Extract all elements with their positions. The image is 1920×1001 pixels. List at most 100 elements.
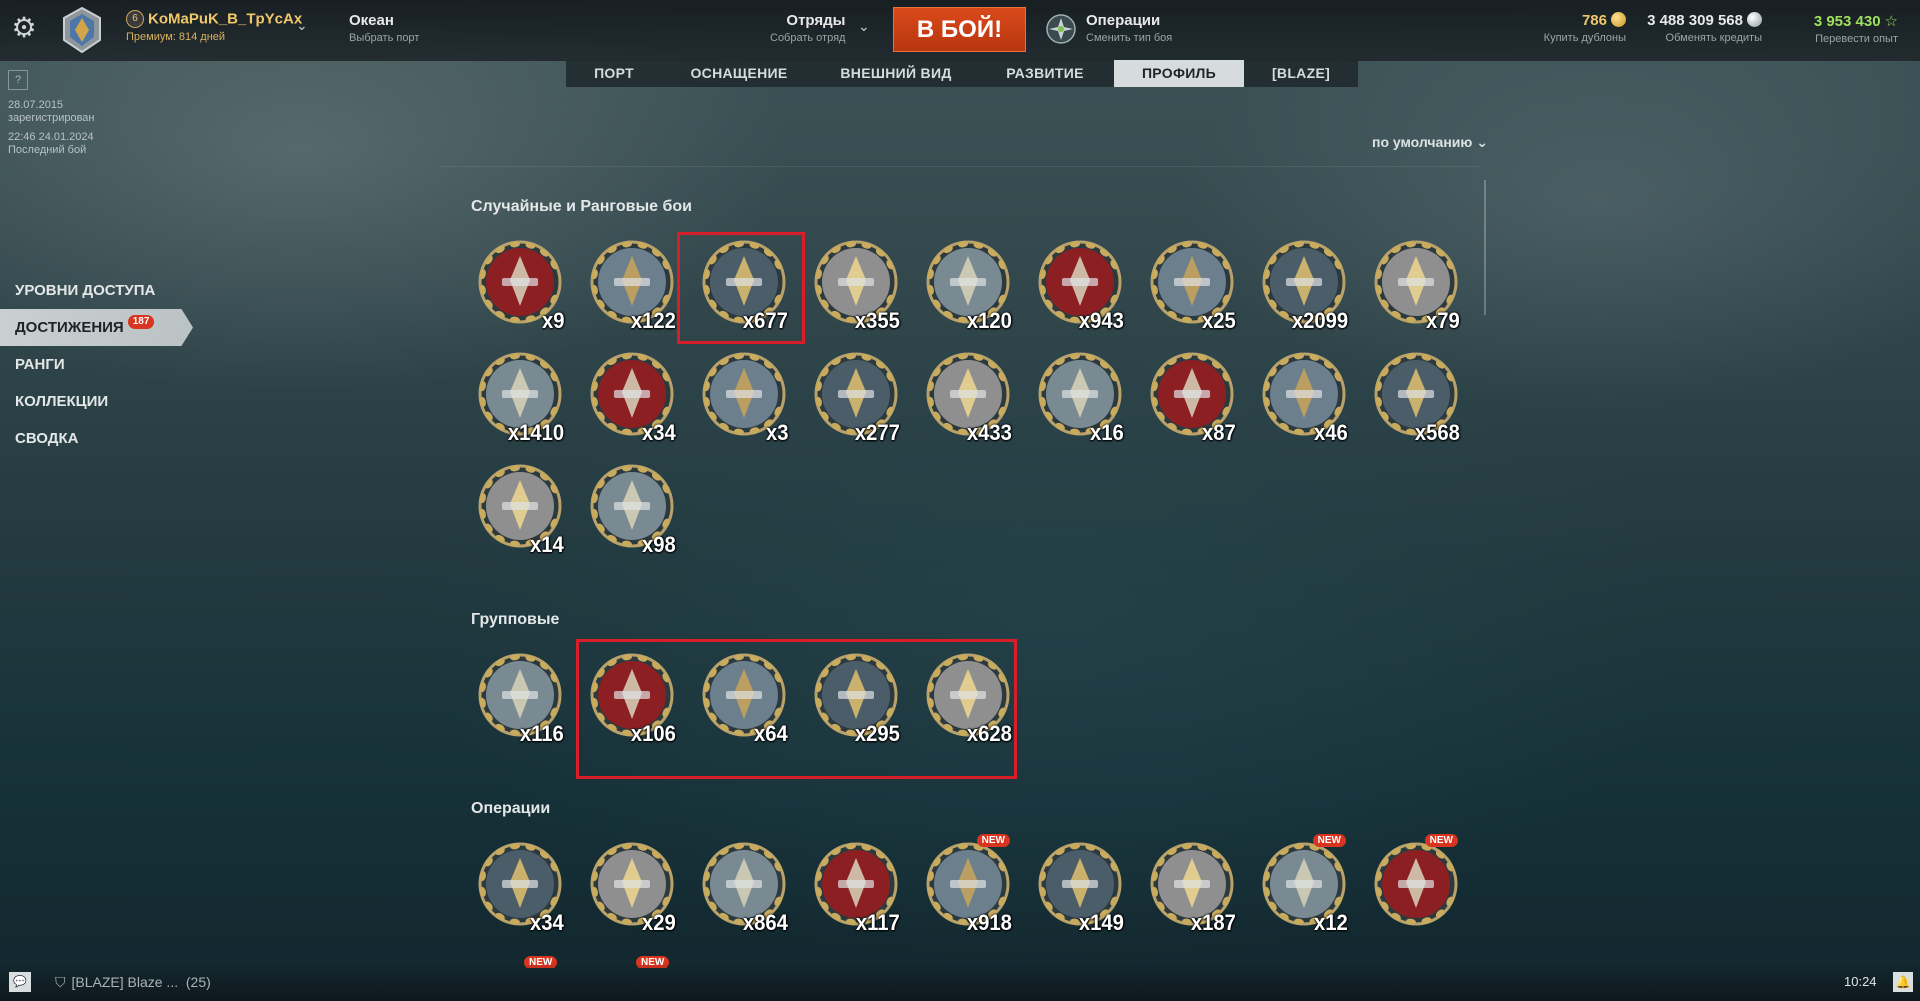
sidebar-item-access-levels[interactable]: УРОВНИ ДОСТУПА <box>0 272 200 309</box>
gear-icon[interactable]: ⚙ <box>10 14 38 42</box>
medal-item[interactable]: x355 <box>802 232 914 344</box>
medal-count: x87 <box>1202 420 1236 445</box>
last-battle-label: Последний бой <box>8 144 87 156</box>
medal-item[interactable]: x34 <box>578 344 690 456</box>
medal-item[interactable]: x116 <box>466 645 578 757</box>
medal-item[interactable]: x12 NEW <box>1250 834 1362 946</box>
medal-count: x98 <box>642 532 676 557</box>
medal-item[interactable]: NEW <box>1362 834 1474 946</box>
clan-emblem-icon[interactable] <box>58 6 106 54</box>
tab-clan[interactable]: [BLAZE] <box>1244 60 1358 87</box>
medal-item[interactable]: x9 <box>466 232 578 344</box>
credit-icon <box>1747 12 1762 27</box>
medal-count: x433 <box>966 420 1012 445</box>
xp-widget[interactable]: 3 953 430 ☆ Перевести опыт <box>1814 12 1898 45</box>
squad-selector[interactable]: Отряды Собрать отряд <box>770 12 845 44</box>
player-name: KoMaPuK_B_TpYcAx <box>148 10 303 28</box>
player-info[interactable]: 6 KoMaPuK_B_TpYcAx Премиум: 814 дней <box>126 10 302 43</box>
medal-count: x918 <box>966 910 1012 935</box>
medal-item[interactable]: x16 <box>1026 344 1138 456</box>
medal-item[interactable]: x29 <box>578 834 690 946</box>
player-level-badge: 6 <box>126 10 144 28</box>
battle-mode-selector[interactable]: Операции Сменить тип боя <box>1086 12 1172 44</box>
battle-button[interactable]: В БОЙ! <box>893 7 1026 52</box>
medal-grid-operations: x34 x29 x864 x117 x918 NEW x149 x187 x12 NEW NEW <box>466 834 1476 946</box>
medal-count: x355 <box>854 308 900 333</box>
sidebar-item-summary[interactable]: СВОДКА <box>0 420 200 457</box>
medal-count: x16 <box>1090 420 1124 445</box>
shield-icon: ⛉ <box>55 974 66 990</box>
chat-icon[interactable]: 💬 <box>9 972 31 992</box>
port-selector[interactable]: Океан Выбрать порт <box>349 12 419 44</box>
credits-value: 3 488 309 568 <box>1647 12 1743 29</box>
medal-item[interactable]: x25 <box>1138 232 1250 344</box>
medal-item[interactable]: x34 <box>466 834 578 946</box>
tab-appearance[interactable]: ВНЕШНИЙ ВИД <box>816 60 976 87</box>
medal-count: x187 <box>1190 910 1236 935</box>
tab-profile[interactable]: ПРОФИЛЬ <box>1114 60 1244 87</box>
sidebar-item-label: РАНГИ <box>15 356 65 373</box>
medal-item[interactable]: x46 <box>1250 344 1362 456</box>
medal-item[interactable]: x943 <box>1026 232 1138 344</box>
sidebar-item-achievements[interactable]: ДОСТИЖЕНИЯ 187 <box>0 309 193 346</box>
credits-widget[interactable]: 3 488 309 568 Обменять кредиты <box>1647 12 1762 44</box>
section-title-operations: Операции <box>471 800 551 817</box>
bell-icon[interactable]: 🔔 <box>1893 972 1913 992</box>
medal-item[interactable]: x122 <box>578 232 690 344</box>
operations-mode-icon[interactable] <box>1045 13 1077 45</box>
medal-count: x2099 <box>1291 308 1348 333</box>
medal-item[interactable]: x14 <box>466 456 578 568</box>
doubloons-widget[interactable]: 786 Купить дублоны <box>1544 12 1626 44</box>
highlight-box <box>677 232 805 344</box>
medal-item[interactable]: x2099 <box>1250 232 1362 344</box>
mode-label: Операции <box>1086 12 1161 29</box>
sidebar-item-ranks[interactable]: РАНГИ <box>0 346 200 383</box>
medal-item[interactable]: x98 <box>578 456 690 568</box>
medal-item[interactable]: x277 <box>802 344 914 456</box>
chevron-down-icon[interactable]: ⌄ <box>858 18 870 35</box>
clan-chat-entry[interactable]: ⛉ [BLAZE] Blaze ... (25) <box>55 974 211 991</box>
medal-item[interactable]: x149 <box>1026 834 1138 946</box>
medal-item[interactable]: x187 <box>1138 834 1250 946</box>
tab-equipment[interactable]: ОСНАЩЕНИЕ <box>662 60 816 87</box>
medal-count: x34 <box>642 420 676 445</box>
sort-dropdown[interactable]: по умолчанию ⌄ <box>1372 134 1488 151</box>
medal-item[interactable]: x120 <box>914 232 1026 344</box>
medal-item[interactable]: x117 <box>802 834 914 946</box>
port-sub: Выбрать порт <box>349 32 420 44</box>
medal-item[interactable]: x918 NEW <box>914 834 1026 946</box>
clock: 10:24 <box>1844 974 1877 989</box>
medal-count: x1410 <box>507 420 564 445</box>
medal-count: x25 <box>1202 308 1236 333</box>
sidebar-item-label: КОЛЛЕКЦИИ <box>15 393 109 410</box>
medal-item[interactable]: x433 <box>914 344 1026 456</box>
tab-development[interactable]: РАЗВИТИЕ <box>976 60 1114 87</box>
new-badge: NEW <box>1424 834 1458 847</box>
tab-port[interactable]: ПОРТ <box>566 60 662 87</box>
medal-item[interactable]: x3 <box>690 344 802 456</box>
medal-item[interactable]: x87 <box>1138 344 1250 456</box>
medal-item[interactable]: x79 <box>1362 232 1474 344</box>
chevron-down-icon[interactable]: ⌄ <box>296 17 308 34</box>
medal-count: x568 <box>1414 420 1460 445</box>
port-name: Океан <box>349 12 394 29</box>
sort-label: по умолчанию <box>1372 134 1473 150</box>
medal-count: x46 <box>1314 420 1348 445</box>
xp-value: 3 953 430 <box>1813 13 1881 30</box>
help-button[interactable]: ? <box>8 70 28 90</box>
medal-item[interactable]: x864 <box>690 834 802 946</box>
scrollbar[interactable] <box>1484 180 1486 315</box>
medal-count: x116 <box>520 721 564 746</box>
medal-grid-random: x9 x122 x677 x355 x120 x943 x25 x2099 x79 x1410 x3… <box>466 232 1476 568</box>
sidebar-item-collections[interactable]: КОЛЛЕКЦИИ <box>0 383 200 420</box>
medal-count: x34 <box>530 910 564 935</box>
achievements-count-badge: 187 <box>127 315 155 329</box>
medal-count: x117 <box>856 910 900 935</box>
highlight-box <box>576 639 1017 779</box>
last-battle-date: 22:46 24.01.2024 <box>8 131 94 143</box>
medal-count: x79 <box>1426 308 1460 333</box>
medal-count: x12 <box>1314 910 1348 935</box>
medal-item[interactable]: x1410 <box>466 344 578 456</box>
medal-count: x120 <box>966 308 1012 333</box>
medal-item[interactable]: x568 <box>1362 344 1474 456</box>
